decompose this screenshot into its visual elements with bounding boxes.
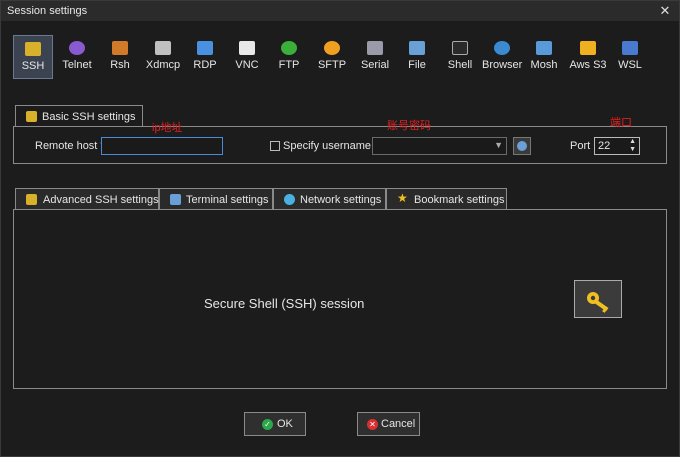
port-value: 22 (598, 140, 611, 152)
aws-s3-icon (580, 41, 596, 55)
protocol-rsh[interactable]: Rsh (100, 35, 140, 79)
port-label: Port (570, 140, 591, 152)
protocol-xdmcp[interactable]: Xdmcp (143, 35, 183, 79)
protocol-telnet[interactable]: Telnet (57, 35, 97, 79)
chevron-down-icon: ▼ (494, 140, 503, 150)
specify-username-label: Specify username (283, 140, 372, 152)
basic-key-icon (26, 111, 37, 122)
protocol-serial[interactable]: Serial (355, 35, 395, 79)
sftp-icon (324, 41, 340, 55)
rsh-icon (112, 41, 128, 55)
protocol-sftp[interactable]: SFTP (312, 35, 352, 79)
ssh-session-key-icon (574, 280, 622, 318)
window-title: Session settings (7, 5, 88, 17)
advanced-key-icon (26, 194, 37, 205)
telnet-icon (69, 41, 85, 55)
serial-icon (367, 41, 383, 55)
user-icon (517, 141, 527, 151)
rdp-icon (197, 41, 213, 55)
cancel-x-icon: ✕ (367, 419, 378, 430)
username-dropdown[interactable]: ▼ (372, 137, 507, 155)
port-stepper[interactable]: 22 ▲ ▼ (594, 137, 640, 155)
cancel-button[interactable]: ✕ Cancel (357, 412, 420, 436)
ssh-key-icon (25, 42, 41, 56)
terminal-icon (170, 194, 181, 205)
protocol-browser[interactable]: Browser (482, 35, 522, 79)
tab-advanced-ssh-settings[interactable]: Advanced SSH settings (15, 188, 159, 210)
protocol-wsl[interactable]: WSL (610, 35, 650, 79)
protocol-shell[interactable]: Shell (440, 35, 480, 79)
annotation-account: 账号密码 (387, 120, 431, 132)
session-settings-window: Session settings ✕ SSH Telnet Rsh Xdmcp … (0, 0, 680, 457)
protocol-vnc[interactable]: VNC (227, 35, 267, 79)
protocol-mosh[interactable]: Mosh (524, 35, 564, 79)
ftp-icon (281, 41, 297, 55)
protocol-aws-s3[interactable]: Aws S3 (566, 35, 610, 79)
settings-panel: Secure Shell (SSH) session (13, 209, 667, 389)
tab-basic-ssh-settings[interactable]: Basic SSH settings (15, 105, 143, 127)
protocol-ftp[interactable]: FTP (269, 35, 309, 79)
remote-host-input[interactable] (101, 137, 223, 155)
file-icon (409, 41, 425, 55)
protocol-file[interactable]: File (397, 35, 437, 79)
specify-username-checkbox[interactable] (270, 141, 280, 151)
tab-terminal-settings[interactable]: Terminal settings (159, 188, 273, 210)
star-icon: ★ (397, 191, 408, 205)
annotation-port: 端口 (610, 117, 632, 129)
protocol-ssh[interactable]: SSH (13, 35, 53, 79)
title-bar: Session settings ✕ (1, 1, 679, 21)
mosh-icon (536, 41, 552, 55)
remote-host-label: Remote host * (35, 140, 105, 152)
ok-button[interactable]: ✓ OK (244, 412, 306, 436)
browser-icon (494, 41, 510, 55)
wsl-icon (622, 41, 638, 55)
tab-bookmark-settings[interactable]: ★ Bookmark settings (386, 188, 507, 210)
user-manager-button[interactable] (513, 137, 531, 155)
xdmcp-icon (155, 41, 171, 55)
network-icon (284, 194, 295, 205)
close-icon[interactable]: ✕ (657, 3, 673, 19)
panel-caption: Secure Shell (SSH) session (204, 296, 365, 311)
stepper-arrows-icon[interactable]: ▲ ▼ (629, 138, 636, 154)
annotation-host: ip地址 (152, 122, 183, 134)
checkmark-icon: ✓ (262, 419, 273, 430)
protocol-rdp[interactable]: RDP (185, 35, 225, 79)
shell-icon (452, 41, 468, 55)
vnc-icon (239, 41, 255, 55)
tab-network-settings[interactable]: Network settings (273, 188, 386, 210)
